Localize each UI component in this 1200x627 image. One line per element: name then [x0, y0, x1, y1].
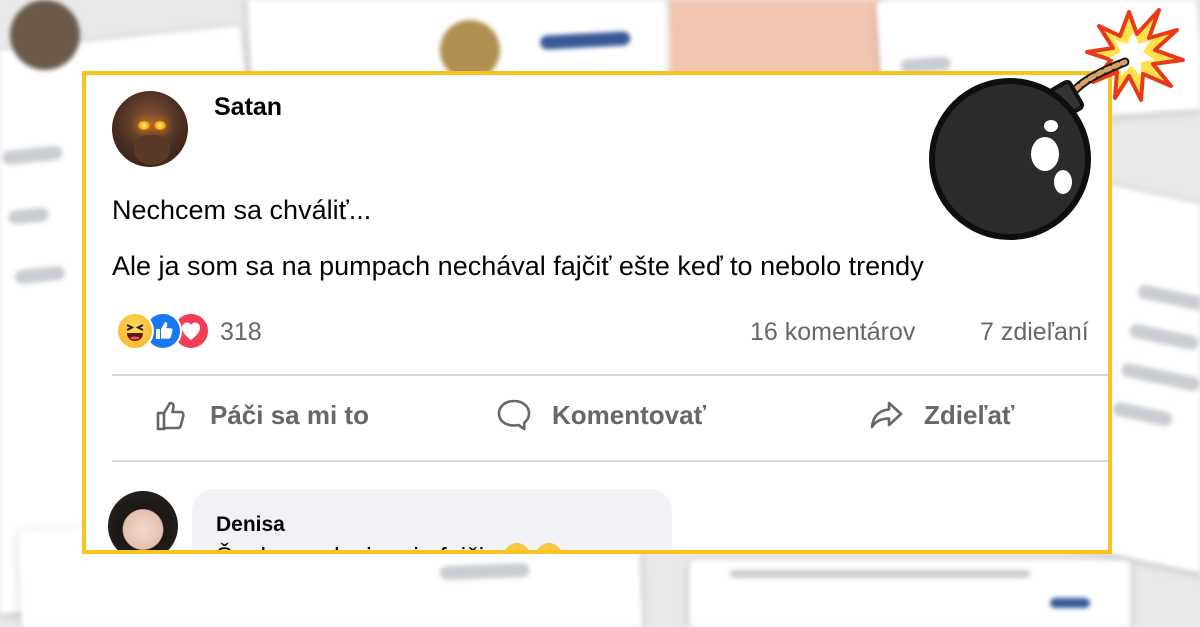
- divider: [112, 374, 1108, 376]
- comment-bubble: Denisa Špaky sa dusia, nie fajčia: [192, 489, 672, 550]
- post-text-line-2: Ale ja som sa na pumpach nechával fajčiť…: [112, 251, 924, 281]
- share-arrow-icon: [870, 401, 903, 429]
- comment-button-label: Komentovať: [552, 399, 707, 430]
- haha-icon: [116, 312, 154, 350]
- like-button-label: Páči sa mi to: [210, 399, 369, 430]
- commenter-avatar[interactable]: [108, 491, 178, 550]
- author-name[interactable]: Satan: [214, 93, 282, 122]
- author-avatar[interactable]: [112, 91, 188, 167]
- like-button[interactable]: Páči sa mi to: [152, 393, 369, 437]
- laughing-emoji-icon: [504, 543, 531, 550]
- post-text-line-1: Nechcem sa chváliť...: [112, 195, 372, 225]
- divider: [112, 460, 1108, 462]
- shares-count[interactable]: 7 zdieľaní: [980, 318, 1089, 347]
- share-button-label: Zdieľať: [924, 399, 1015, 430]
- beard-shape: [134, 135, 170, 165]
- glowing-eye-icon: [138, 121, 150, 130]
- comment-author[interactable]: Denisa: [216, 513, 285, 537]
- comment-text: Špaky sa dusia, nie fajčia: [216, 543, 563, 550]
- bomb-icon: [929, 8, 1185, 240]
- bg-avatar-1: [10, 0, 80, 70]
- comment-button[interactable]: Komentovať: [494, 393, 706, 437]
- thumbs-up-icon: [156, 401, 185, 431]
- glowing-eye-icon: [154, 121, 166, 130]
- reaction-count[interactable]: 318: [220, 318, 262, 347]
- speech-bubble-icon: [497, 399, 531, 431]
- laughing-emoji-icon: [536, 543, 563, 550]
- share-button[interactable]: Zdieľať: [866, 393, 1014, 437]
- bg-comment-bottom-right: [690, 560, 1130, 627]
- comments-count[interactable]: 16 komentárov: [750, 318, 915, 347]
- comment-text-content: Špaky sa dusia, nie fajčia: [216, 543, 498, 550]
